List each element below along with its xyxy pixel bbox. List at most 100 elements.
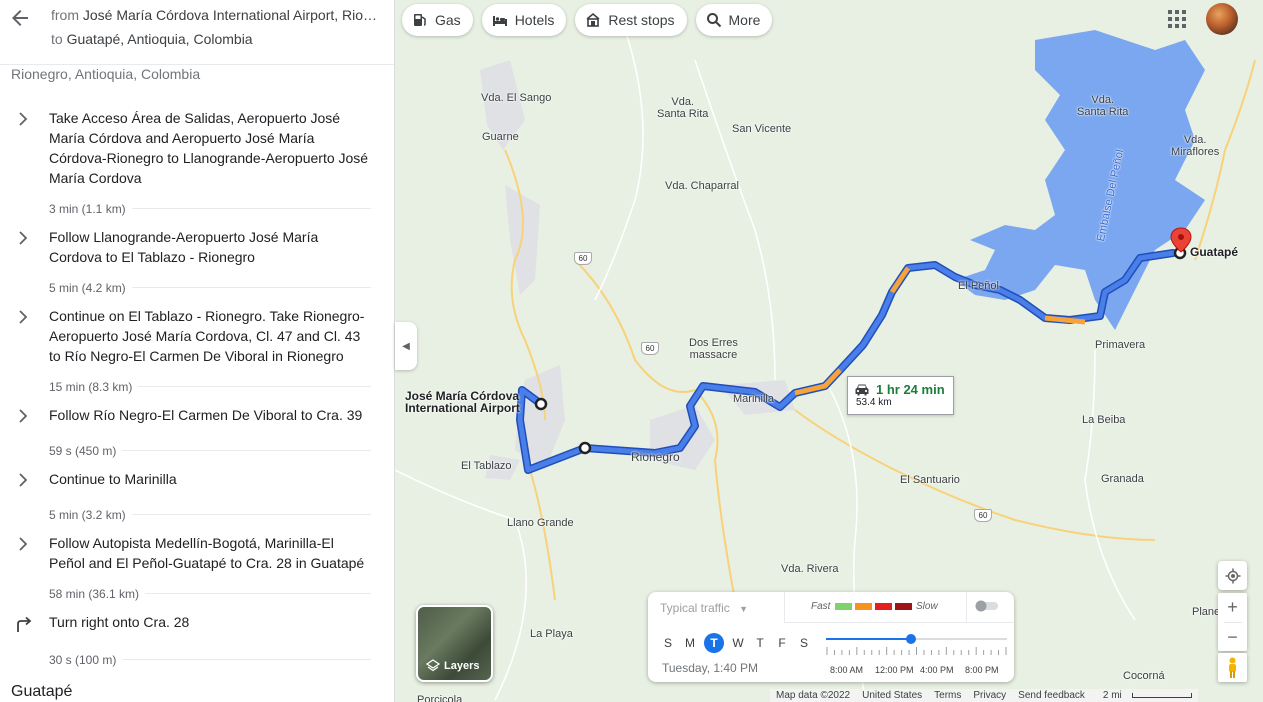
plus-icon: + [1227, 597, 1238, 617]
avatar[interactable] [1206, 3, 1238, 35]
map-label-dos-erres: Dos Erres massacre [689, 337, 738, 361]
step-instruction: Follow Llanogrande-Aeropuerto José María… [49, 229, 319, 265]
back-arrow-icon[interactable] [8, 6, 32, 30]
step-meta: 5 min (3.2 km) [0, 504, 394, 525]
day-button[interactable]: T [752, 634, 768, 652]
my-location-button[interactable] [1218, 561, 1247, 590]
privacy-link[interactable]: Privacy [967, 690, 1012, 701]
divider [966, 592, 967, 622]
minor-road [1084, 349, 1136, 621]
label-line: Vda. [1183, 134, 1207, 146]
map-label-llano-grande: Llano Grande [507, 517, 574, 529]
step-meta: 30 s (100 m) [0, 649, 394, 670]
day-button[interactable]: M [682, 634, 698, 652]
layers-button[interactable]: Layers [416, 605, 493, 682]
time-slider-thumb[interactable] [906, 634, 917, 644]
hour-label: 12:00 PM [875, 665, 914, 675]
terms-link[interactable]: Terms [928, 690, 967, 701]
route-origin[interactable]: from José María Córdova International Ai… [51, 6, 381, 24]
direction-step[interactable]: Turn right onto Cra. 28 [0, 612, 394, 639]
day-button[interactable]: W [730, 634, 746, 652]
waypoint-marker[interactable] [578, 441, 592, 455]
step-instruction: Continue to Marinilla [49, 471, 177, 487]
chip-more[interactable]: More [695, 4, 773, 36]
day-button[interactable]: S [796, 634, 812, 652]
direction-step[interactable]: Follow Llanogrande-Aeropuerto José María… [0, 227, 394, 267]
step-instruction: Follow Autopista Medellín-Bogotá, Marini… [49, 535, 365, 571]
origin-name: José María Córdova International Airport… [82, 7, 381, 23]
zoom-controls: + − [1218, 593, 1247, 651]
chevron-right-icon [0, 405, 49, 430]
chevron-right-icon [0, 469, 49, 494]
chip-label: Hotels [514, 12, 555, 28]
map-label-vda-el-sango: Vda. El Sango [481, 92, 552, 104]
route-distance: 53.4 km [856, 397, 892, 408]
traffic-mode-select[interactable]: Typical traffic ▼ [660, 601, 748, 615]
day-button[interactable]: S [660, 634, 676, 652]
origin-marker[interactable] [534, 397, 548, 411]
bed-icon [492, 12, 508, 28]
step-instruction: Follow Río Negro-El Carmen De Viboral to… [49, 407, 363, 423]
direction-step[interactable]: Take Acceso Área de Salidas, Aeropuerto … [0, 108, 394, 188]
traffic-color-fast [835, 603, 852, 610]
map-label-airport: José María Córdova International Airport [405, 390, 520, 414]
live-traffic-toggle[interactable] [974, 600, 1000, 612]
hour-label: 4:00 PM [920, 665, 954, 675]
apps-grid-icon[interactable] [1167, 9, 1187, 29]
scale-bar[interactable]: 2 mi [1091, 690, 1198, 701]
direction-step[interactable]: Follow Autopista Medellín-Bogotá, Marini… [0, 533, 394, 573]
route-60-shield: 60 [574, 252, 592, 265]
chevron-right-icon [0, 227, 49, 267]
chip-rest-stops[interactable]: Rest stops [575, 4, 687, 36]
destination-title: Guatapé [11, 683, 73, 700]
step-meta: 59 s (450 m) [0, 440, 394, 461]
dropdown-arrow-icon: ▼ [739, 604, 749, 614]
region-link[interactable]: United States [856, 690, 928, 701]
day-button[interactable]: T [704, 633, 724, 653]
direction-step[interactable]: Continue to Marinilla [0, 469, 394, 494]
destination-name: Guatapé, Antioquia, Colombia [66, 31, 253, 47]
time-ticks [826, 647, 1007, 655]
fast-label: Fast [811, 601, 831, 612]
route-60-shield: 60 [974, 509, 992, 522]
step-instruction: Turn right onto Cra. 28 [49, 614, 190, 630]
chevron-left-icon: ◀ [402, 340, 410, 352]
step-divider [131, 208, 371, 209]
step-meta: 5 min (4.2 km) [0, 277, 394, 298]
map-label-guatape: Guatapé [1190, 245, 1239, 259]
step-duration: 5 min (3.2 km) [49, 507, 126, 522]
map-label-cocorna: Cocorná [1123, 670, 1165, 682]
chip-hotels[interactable]: Hotels [481, 4, 567, 36]
step-duration: 30 s (100 m) [49, 652, 117, 667]
route-time-card[interactable]: 1 hr 24 min 53.4 km [847, 376, 954, 415]
step-divider [122, 659, 371, 660]
zoom-out-button[interactable]: − [1227, 623, 1238, 651]
street-view-pegman[interactable] [1218, 653, 1247, 682]
road [574, 259, 696, 393]
label-line: Vda. [671, 96, 694, 108]
map-label-primavera: Primavera [1095, 339, 1146, 351]
chip-gas[interactable]: Gas [402, 4, 473, 36]
direction-step[interactable]: Continue on El Tablazo - Rionegro. Take … [0, 306, 394, 366]
direction-step[interactable]: Follow Río Negro-El Carmen De Viboral to… [0, 405, 394, 430]
step-instruction: Continue on El Tablazo - Rionegro. Take … [49, 308, 365, 364]
chevron-right-icon [0, 533, 49, 573]
route-line[interactable] [517, 250, 1176, 473]
route-destination[interactable]: to Guatapé, Antioquia, Colombia [51, 30, 253, 48]
label-line: Vda. [1091, 94, 1114, 106]
hour-label: 8:00 PM [965, 665, 999, 675]
chip-label: Rest stops [608, 12, 675, 28]
send-feedback-link[interactable]: Send feedback [1012, 690, 1091, 701]
gas-station-icon [412, 12, 428, 28]
road [529, 469, 556, 601]
step-duration: 59 s (450 m) [49, 443, 117, 458]
label-line: Dos Erres [689, 337, 738, 349]
day-button[interactable]: F [774, 634, 790, 652]
divider [0, 64, 394, 65]
turn-right-icon [0, 612, 49, 639]
collapse-panel-button[interactable]: ◀ [395, 322, 417, 370]
zoom-in-button[interactable]: + [1227, 593, 1238, 622]
day-selector: SMTWTFS [660, 633, 812, 653]
google-maps-directions: from José María Córdova International Ai… [0, 0, 1263, 702]
divider [784, 592, 785, 622]
